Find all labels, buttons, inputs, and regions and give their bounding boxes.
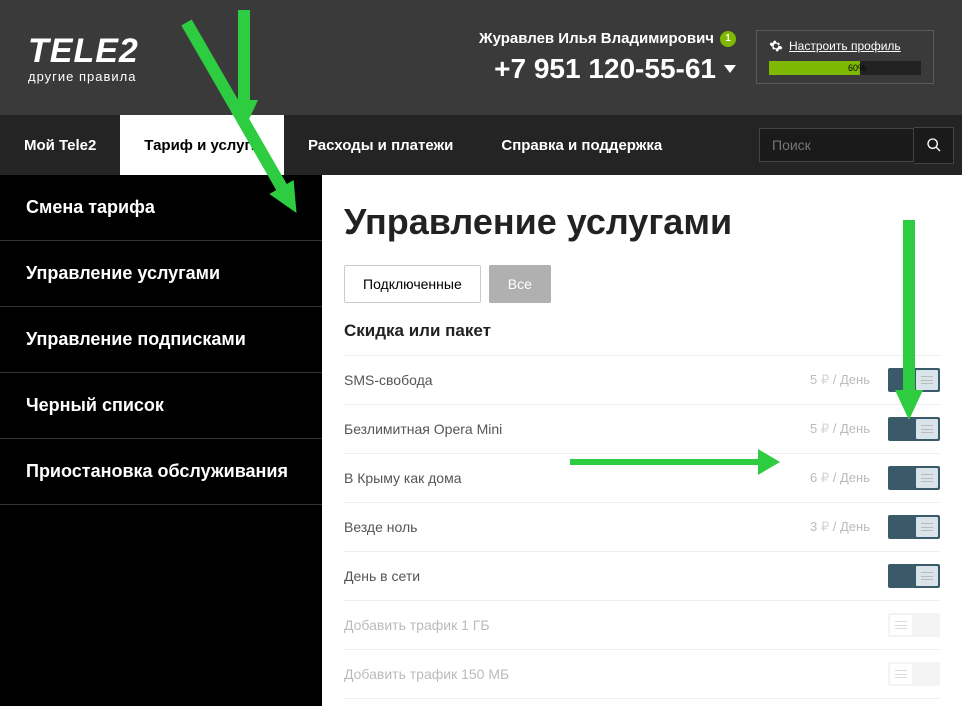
- chevron-down-icon: [724, 65, 736, 73]
- user-name: Журавлев Илья Владимирович 1: [479, 30, 736, 47]
- logo-sub: другие правила: [28, 69, 139, 84]
- service-name[interactable]: Добавить трафик 150 МБ: [344, 666, 790, 682]
- service-toggle[interactable]: [888, 466, 940, 490]
- logo[interactable]: TELE2 другие правила: [28, 32, 139, 84]
- notification-badge[interactable]: 1: [720, 31, 736, 47]
- filter-row: Подключенные Все: [344, 265, 940, 303]
- service-row: SMS-свобода5 ₽ / День: [344, 355, 940, 404]
- annotation-arrow-4: [570, 459, 760, 465]
- service-price: 5 ₽ / День: [790, 372, 870, 388]
- sidebar-item-suspend[interactable]: Приостановка обслуживания: [0, 439, 322, 505]
- user-name-text: Журавлев Илья Владимирович: [479, 30, 714, 47]
- section-heading: Скидка или пакет: [344, 321, 940, 341]
- profile-progress-bar: 60%: [769, 61, 921, 75]
- nav-expenses[interactable]: Расходы и платежи: [284, 115, 477, 175]
- profile-progress-fill: [769, 61, 860, 75]
- service-row: Безлимитная Opera Mini5 ₽ / День: [344, 404, 940, 453]
- service-toggle[interactable]: [888, 417, 940, 441]
- header: TELE2 другие правила Журавлев Илья Влади…: [0, 0, 962, 115]
- user-phone-text: +7 951 120-55-61: [494, 53, 716, 85]
- service-name[interactable]: Безлимитная Opera Mini: [344, 421, 790, 437]
- service-row: Везде ноль3 ₽ / День: [344, 502, 940, 551]
- logo-main: TELE2: [28, 32, 139, 71]
- sidebar-item-service-management[interactable]: Управление услугами: [0, 241, 322, 307]
- service-list: SMS-свобода5 ₽ / ДеньБезлимитная Opera M…: [344, 355, 940, 699]
- sidebar-item-subscriptions[interactable]: Управление подписками: [0, 307, 322, 373]
- service-toggle: [888, 613, 940, 637]
- gear-icon: [769, 39, 783, 53]
- search-button[interactable]: [914, 127, 954, 164]
- annotation-arrow-3: [895, 390, 923, 420]
- filter-connected-button[interactable]: Подключенные: [344, 265, 481, 303]
- profile-box: Настроить профиль 60%: [756, 30, 934, 84]
- filter-all-button[interactable]: Все: [489, 265, 551, 303]
- page-title: Управление услугами: [344, 201, 940, 243]
- service-name[interactable]: Добавить трафик 1 ГБ: [344, 617, 790, 633]
- service-name[interactable]: SMS-свобода: [344, 372, 790, 388]
- service-toggle[interactable]: [888, 515, 940, 539]
- service-row: День в сети: [344, 551, 940, 600]
- service-name[interactable]: Везде ноль: [344, 519, 790, 535]
- service-toggle[interactable]: [888, 564, 940, 588]
- nav-support[interactable]: Справка и поддержка: [477, 115, 686, 175]
- service-row: Добавить трафик 1 ГБ: [344, 600, 940, 649]
- profile-link-text: Настроить профиль: [789, 39, 901, 53]
- service-row: Добавить трафик 150 МБ: [344, 649, 940, 699]
- phone-selector[interactable]: +7 951 120-55-61: [479, 53, 736, 85]
- service-name[interactable]: День в сети: [344, 568, 790, 584]
- search-icon: [926, 137, 942, 153]
- search-input[interactable]: [759, 128, 914, 162]
- service-price: 6 ₽ / День: [790, 470, 870, 486]
- main-content: Управление услугами Подключенные Все Ски…: [322, 175, 962, 706]
- service-price: 5 ₽ / День: [790, 421, 870, 437]
- sidebar-item-blacklist[interactable]: Черный список: [0, 373, 322, 439]
- profile-progress-label: 60%: [848, 61, 866, 75]
- service-name[interactable]: В Крыму как дома: [344, 470, 790, 486]
- service-price: 3 ₽ / День: [790, 519, 870, 535]
- sidebar: Смена тарифа Управление услугами Управле…: [0, 175, 322, 706]
- user-block: Журавлев Илья Владимирович 1 +7 951 120-…: [479, 30, 736, 85]
- nav-search: [759, 115, 962, 175]
- nav-my-tele2[interactable]: Мой Tele2: [0, 115, 120, 175]
- service-toggle: [888, 662, 940, 686]
- nav: Мой Tele2 Тариф и услуги Расходы и плате…: [0, 115, 962, 175]
- profile-settings-link[interactable]: Настроить профиль: [769, 39, 921, 53]
